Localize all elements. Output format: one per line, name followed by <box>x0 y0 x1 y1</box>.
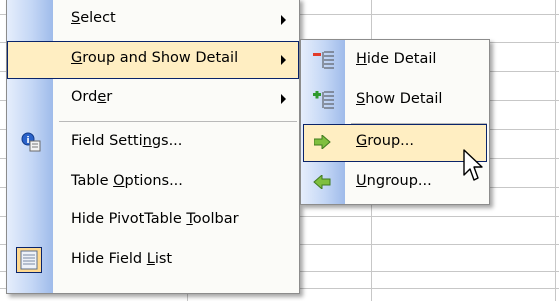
menu-item-group-and-show-detail[interactable]: Group and Show Detail <box>7 41 299 79</box>
mouse-pointer-icon <box>463 149 487 189</box>
submenu-item-label: Ungroup... <box>356 173 432 189</box>
submenu-item-ungroup[interactable]: Ungroup... <box>301 164 489 202</box>
menu-separator <box>59 121 297 122</box>
submenu-item-label: Hide Detail <box>356 51 437 67</box>
menu-item-label: Group and Show Detail <box>71 50 239 66</box>
menu-item-label: Field Settings... <box>71 133 183 149</box>
menu-item-hide-pivottable-toolbar[interactable]: Hide PivotTable Toolbar <box>7 202 299 240</box>
menu-item-label: Hide PivotTable Toolbar <box>71 211 239 227</box>
pivot-context-menu: Select Group and Show Detail Order i Fie… <box>6 0 300 294</box>
show-detail-icon <box>313 90 335 115</box>
ungroup-arrow-icon <box>313 173 331 193</box>
menu-item-select[interactable]: Select <box>7 1 299 39</box>
hide-detail-icon <box>313 51 335 75</box>
submenu-item-label: Show Detail <box>356 91 443 107</box>
menu-item-table-options[interactable]: Table Options... <box>7 164 299 202</box>
grid-col-line <box>555 0 556 301</box>
svg-text:i: i <box>26 136 29 146</box>
field-settings-icon: i <box>21 132 41 156</box>
menu-item-label: Hide Field List <box>71 251 173 267</box>
submenu-item-label: Group... <box>356 133 414 149</box>
submenu-arrow-icon <box>281 55 286 65</box>
menu-item-field-settings[interactable]: i Field Settings... <box>7 124 299 162</box>
submenu-item-show-detail[interactable]: Show Detail <box>301 82 489 120</box>
submenu-arrow-icon <box>281 15 286 25</box>
group-arrow-icon <box>313 133 332 153</box>
submenu-item-hide-detail[interactable]: Hide Detail <box>301 42 489 80</box>
menu-item-order[interactable]: Order <box>7 80 299 118</box>
menu-item-label: Order <box>71 89 113 105</box>
group-and-show-detail-submenu: Hide Detail Show Detail Group... Ungroup… <box>300 39 490 205</box>
menu-item-label: Table Options... <box>71 173 183 189</box>
hide-field-list-icon <box>16 247 42 277</box>
menu-item-hide-field-list[interactable]: Hide Field List <box>7 242 299 280</box>
submenu-item-group[interactable]: Group... <box>303 124 487 162</box>
menu-item-label: Select <box>71 10 116 26</box>
submenu-arrow-icon <box>281 94 286 104</box>
